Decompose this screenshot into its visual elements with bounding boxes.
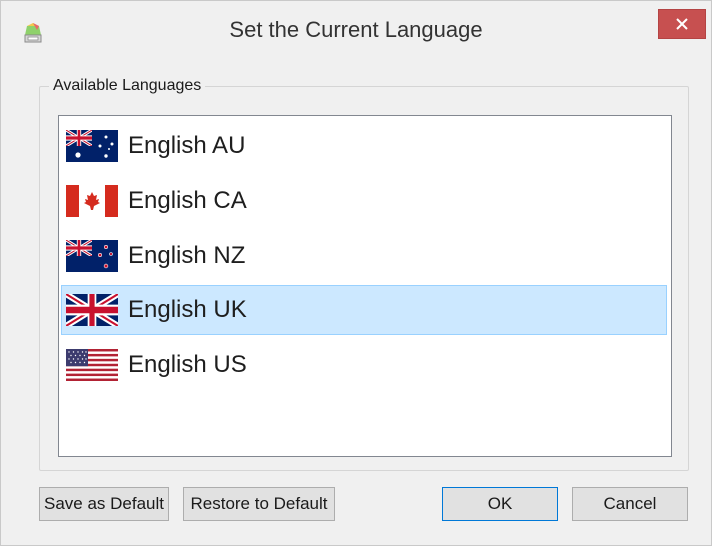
list-item-label: English UK bbox=[128, 296, 247, 323]
ok-button[interactable]: OK bbox=[442, 487, 558, 521]
new-zealand-flag-icon bbox=[66, 240, 118, 272]
list-item-label: English NZ bbox=[128, 242, 246, 269]
group-label: Available Languages bbox=[49, 77, 206, 95]
list-item-label: English US bbox=[128, 351, 247, 378]
list-item-label: English AU bbox=[128, 132, 246, 159]
language-list[interactable]: English AU English CA English NZ English… bbox=[58, 115, 672, 457]
close-icon bbox=[676, 18, 688, 30]
language-dialog: Set the Current Language Available Langu… bbox=[0, 0, 712, 546]
list-item-english-uk[interactable]: English UK bbox=[61, 285, 667, 335]
list-item-english-ca[interactable]: English CA bbox=[61, 176, 667, 226]
canada-flag-icon bbox=[66, 185, 118, 217]
title-bar: Set the Current Language bbox=[1, 1, 711, 59]
restore-to-default-button[interactable]: Restore to Default bbox=[183, 487, 335, 521]
list-item-english-nz[interactable]: English NZ bbox=[61, 231, 667, 281]
us-flag-icon bbox=[66, 349, 118, 381]
list-item-english-us[interactable]: English US bbox=[61, 340, 667, 390]
cancel-button[interactable]: Cancel bbox=[572, 487, 688, 521]
save-as-default-button[interactable]: Save as Default bbox=[39, 487, 169, 521]
close-button[interactable] bbox=[658, 9, 706, 39]
window-title: Set the Current Language bbox=[229, 17, 483, 42]
list-item-english-au[interactable]: English AU bbox=[61, 121, 667, 171]
list-item-label: English CA bbox=[128, 187, 247, 214]
australia-flag-icon bbox=[66, 130, 118, 162]
uk-flag-icon bbox=[66, 294, 118, 326]
